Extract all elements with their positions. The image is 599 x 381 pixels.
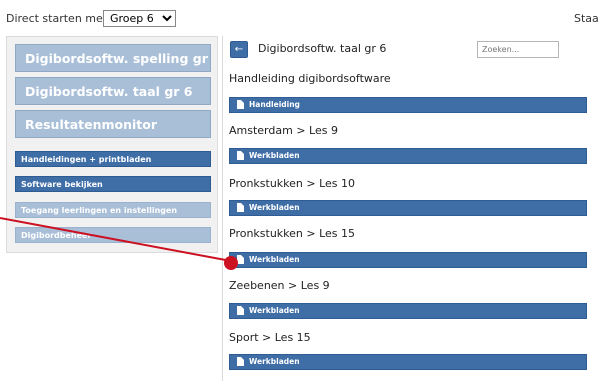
werkbladen-button[interactable]: Werkbladen <box>229 354 587 370</box>
werkbladen-button[interactable]: Werkbladen <box>229 200 587 216</box>
button-label: Handleiding <box>249 100 300 109</box>
student-access-button[interactable]: Toegang leerlingen en instellingen <box>15 202 211 218</box>
section-title: Handleiding digibordsoftware <box>229 72 391 85</box>
handleiding-button[interactable]: Handleiding <box>229 97 587 113</box>
werkbladen-button[interactable]: Werkbladen <box>229 303 587 319</box>
button-label: Werkbladen <box>249 203 300 212</box>
document-icon <box>237 357 244 366</box>
top-right-text[interactable]: Staa <box>574 12 599 25</box>
taal-software-button[interactable]: Digibordsoftw. taal gr 6 <box>15 77 211 105</box>
button-label: Werkbladen <box>249 151 300 160</box>
group-select[interactable]: Groep 6 <box>103 10 176 27</box>
board-management-button[interactable]: Digibordbeheer <box>15 227 211 243</box>
left-panel: Digibordsoftw. spelling gr 6 Digibordsof… <box>6 36 218 253</box>
document-icon <box>237 203 244 212</box>
document-icon <box>237 306 244 315</box>
results-monitor-button[interactable]: Resultatenmonitor <box>15 110 211 138</box>
direct-start-label: Direct starten met <box>6 12 108 25</box>
werkbladen-button[interactable]: Werkbladen <box>229 148 587 164</box>
document-icon <box>237 151 244 160</box>
section-title: Sport > Les 15 <box>229 331 311 344</box>
top-bar: Direct starten met Groep 6 Staa <box>0 0 599 32</box>
button-label: Werkbladen <box>249 306 300 315</box>
manuals-button[interactable]: Handleidingen + printbladen <box>15 151 211 167</box>
button-label: Werkbladen <box>249 255 300 264</box>
spelling-software-button[interactable]: Digibordsoftw. spelling gr 6 <box>15 44 211 72</box>
arrow-left-icon: ← <box>234 44 244 55</box>
page-title: Digibordsoftw. taal gr 6 <box>258 42 387 55</box>
section-title: Zeebenen > Les 9 <box>229 279 330 292</box>
search-input[interactable] <box>477 41 559 58</box>
main-panel: ← Digibordsoftw. taal gr 6 Handleiding d… <box>222 36 599 381</box>
werkbladen-button[interactable]: Werkbladen <box>229 252 587 268</box>
document-icon <box>237 255 244 264</box>
view-software-button[interactable]: Software bekijken <box>15 176 211 192</box>
document-icon <box>237 100 244 109</box>
button-label: Werkbladen <box>249 357 300 366</box>
section-title: Pronkstukken > Les 15 <box>229 227 356 240</box>
section-title: Amsterdam > Les 9 <box>229 124 338 137</box>
back-button[interactable]: ← <box>230 41 248 58</box>
section-title: Pronkstukken > Les 10 <box>229 177 356 190</box>
